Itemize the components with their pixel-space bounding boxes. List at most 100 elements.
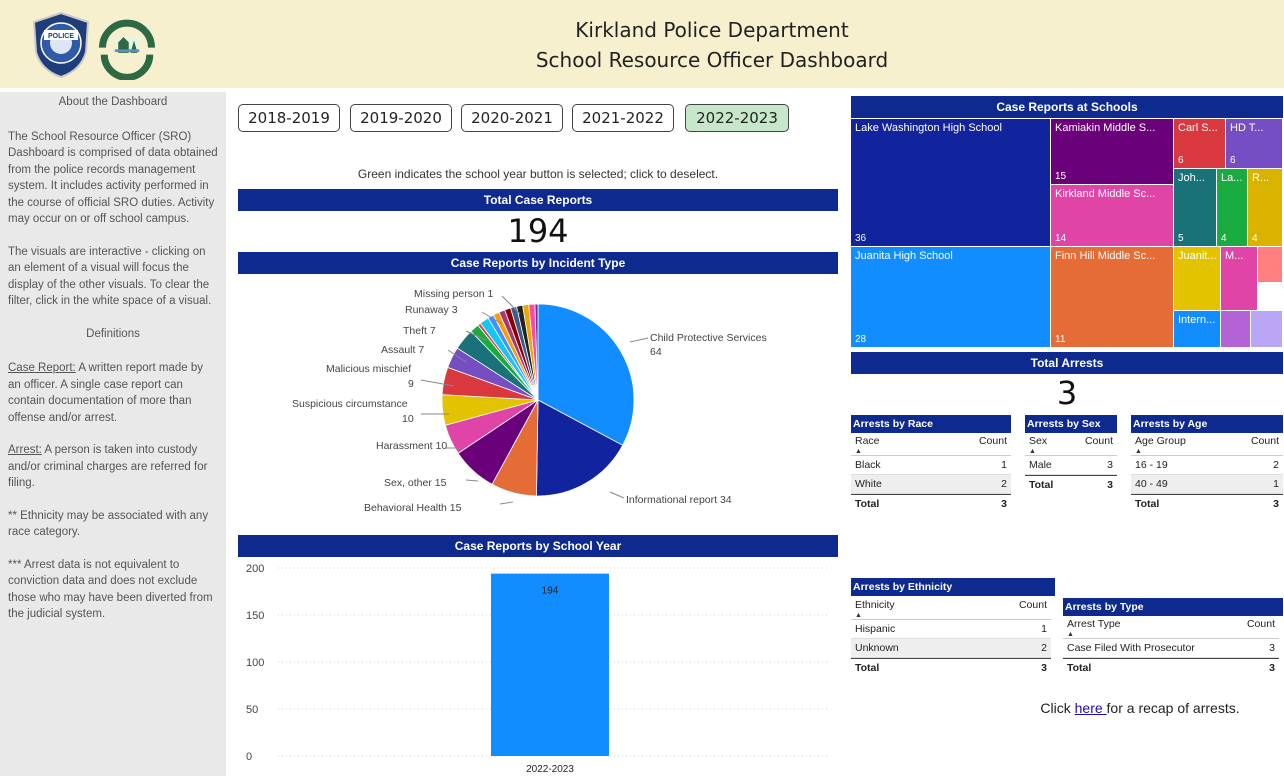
treemap-tile-label: R... xyxy=(1252,172,1270,184)
table-row[interactable]: Unknown 2 xyxy=(851,639,1051,658)
treemap-tile[interactable]: Kirkland Middle Sc... 14 xyxy=(1051,185,1173,246)
treemap-tile[interactable] xyxy=(1221,311,1250,347)
row-key: Hispanic xyxy=(855,623,896,635)
treemap-tile[interactable]: La... 4 xyxy=(1217,169,1247,246)
age-count-col[interactable]: Count xyxy=(1251,434,1279,448)
page-title-line1: Kirkland Police Department xyxy=(575,18,849,42)
arrests-by-age-title: Arrests by Age xyxy=(1131,415,1283,433)
type-count-col[interactable]: Count xyxy=(1247,617,1275,631)
age-col[interactable]: Age Group xyxy=(1135,434,1186,448)
treemap-tile-value: 11 xyxy=(1055,334,1066,345)
row-value: 1 xyxy=(1041,623,1047,635)
row-key: 40 - 49 xyxy=(1135,478,1168,490)
table-row[interactable]: 40 - 49 1 xyxy=(1131,475,1283,494)
treemap-tile-label: M... xyxy=(1225,250,1244,262)
table-row[interactable]: Black 1 xyxy=(851,456,1011,475)
sort-arrow-icon[interactable]: ▲ xyxy=(1131,448,1283,456)
year-button-2021-2022[interactable]: 2021-2022 xyxy=(572,104,674,132)
treemap-tile-value: 4 xyxy=(1252,233,1258,244)
sort-arrow-icon[interactable]: ▲ xyxy=(1063,631,1279,639)
page-title-line2: School Resource Officer Dashboard xyxy=(535,48,889,72)
sex-col[interactable]: Sex xyxy=(1029,434,1047,448)
total-arrests-value: 3 xyxy=(1056,374,1078,412)
row-key: 16 - 19 xyxy=(1135,459,1168,471)
header-banner: POLICE Kirkland Police Department School… xyxy=(0,0,1284,88)
year-button-2022-2023[interactable]: 2022-2023 xyxy=(685,104,789,132)
year-button-2019-2020[interactable]: 2019-2020 xyxy=(350,104,452,132)
sex-count-col[interactable]: Count xyxy=(1085,434,1113,448)
sort-arrow-icon[interactable]: ▲ xyxy=(851,448,1011,456)
treemap-tile-label: Juanit... xyxy=(1178,250,1217,262)
bar[interactable] xyxy=(491,573,609,756)
treemap-tile[interactable]: Lake Washington High School 36 xyxy=(851,119,1050,246)
total-label: Total xyxy=(855,662,880,674)
table-row[interactable]: Male 3 xyxy=(1025,456,1117,475)
treemap-tile-label: La... xyxy=(1221,172,1243,184)
table-row[interactable]: White 2 xyxy=(851,475,1011,494)
sort-arrow-icon[interactable]: ▲ xyxy=(851,612,1051,620)
pie-label-sex-other: Sex, other 15 xyxy=(384,477,447,489)
pie-label-missing-person: Missing person 1 xyxy=(414,288,494,300)
treemap-tile[interactable]: Juanita High School 28 xyxy=(851,247,1050,347)
row-value: 1 xyxy=(1273,478,1279,490)
pie-label-malicious-2: 9 xyxy=(408,378,414,390)
definitions-title: Definitions xyxy=(86,327,140,340)
pie-leader-line xyxy=(465,479,479,482)
year-button-2018-2019[interactable]: 2018-2019 xyxy=(238,104,340,132)
treemap-tile[interactable] xyxy=(1251,311,1282,347)
arrest-definition: Arrest: A person is taken into custody a… xyxy=(8,442,218,492)
row-key: Case Filed With Prosecutor xyxy=(1067,642,1195,654)
recap-link[interactable]: here xyxy=(1075,700,1107,716)
about-paragraph-1: The School Resource Officer (SRO) Dashbo… xyxy=(8,130,218,226)
schools-treemap-title: Case Reports at Schools xyxy=(851,96,1283,118)
table-row[interactable]: Case Filed With Prosecutor 3 xyxy=(1063,639,1279,658)
total-row: Total 3 xyxy=(851,494,1011,513)
race-count-col[interactable]: Count xyxy=(979,434,1007,448)
y-tick-label: 0 xyxy=(246,751,252,763)
treemap-tile[interactable]: Juanit... xyxy=(1174,247,1220,310)
y-tick-label: 50 xyxy=(246,704,258,716)
arrests-by-sex-table: Sex Count ▲ Male 3 Total 3 xyxy=(1025,434,1117,494)
pie-label-behavioral-health: Behavioral Health 15 xyxy=(364,502,462,514)
pie-label-cps: Child Protective Services xyxy=(650,332,767,344)
row-value: 2 xyxy=(1273,459,1279,471)
pie-leader-line xyxy=(499,501,514,505)
total-case-reports-value: 194 xyxy=(507,212,569,250)
ethnicity-header: Ethnicity Count xyxy=(851,598,1051,612)
ethnicity-count-col[interactable]: Count xyxy=(1019,598,1047,612)
treemap-tile[interactable]: Intern... xyxy=(1174,311,1220,347)
row-value: 3 xyxy=(1107,459,1113,471)
treemap-tile[interactable]: Carl S... 6 xyxy=(1174,119,1225,168)
about-sidebar: About the Dashboard The School Resource … xyxy=(0,92,226,776)
race-col[interactable]: Race xyxy=(855,434,880,448)
table-row[interactable]: 16 - 19 2 xyxy=(1131,456,1283,475)
treemap-tile-label: HD T... xyxy=(1230,122,1264,134)
treemap-tile[interactable]: Kamiakin Middle S... 15 xyxy=(1051,119,1173,184)
y-tick-label: 150 xyxy=(246,610,264,622)
treemap-tile-label: Finn Hill Middle Sc... xyxy=(1055,250,1156,262)
treemap-tile[interactable]: M... xyxy=(1221,247,1257,310)
treemap-tile-value: 28 xyxy=(855,334,867,345)
total-row: Total 3 xyxy=(1131,494,1283,513)
y-tick-label: 100 xyxy=(246,657,264,669)
total-label: Total xyxy=(855,498,880,510)
type-col[interactable]: Arrest Type xyxy=(1067,617,1121,631)
treemap-tile[interactable]: Joh... 5 xyxy=(1174,169,1216,246)
arrests-by-sex-title: Arrests by Sex xyxy=(1025,415,1117,433)
pie-leader-line xyxy=(609,491,625,499)
treemap-tile[interactable]: R... 4 xyxy=(1248,169,1282,246)
treemap-tile[interactable]: HD T... 6 xyxy=(1226,119,1282,168)
selection-hint: Green indicates the school year button i… xyxy=(357,167,719,181)
ethnicity-col[interactable]: Ethnicity xyxy=(855,598,895,612)
treemap-tile[interactable]: Finn Hill Middle Sc... 11 xyxy=(1051,247,1173,347)
sort-arrow-icon[interactable]: ▲ xyxy=(1025,448,1117,456)
year-button-2020-2021[interactable]: 2020-2021 xyxy=(461,104,563,132)
table-row[interactable]: Hispanic 1 xyxy=(851,620,1051,639)
total-arrests-title: Total Arrests xyxy=(851,352,1283,374)
school-year-bar-chart[interactable]: 200 150 100 50 0 194 2022-2023 xyxy=(238,558,838,776)
pie-label-runaway: Runaway 3 xyxy=(405,304,458,316)
treemap-tile[interactable] xyxy=(1258,247,1282,282)
total-row: Total 3 xyxy=(851,658,1051,677)
schools-treemap[interactable]: Lake Washington High School 36 Juanita Hig… xyxy=(851,119,1283,348)
row-key: White xyxy=(855,478,882,490)
